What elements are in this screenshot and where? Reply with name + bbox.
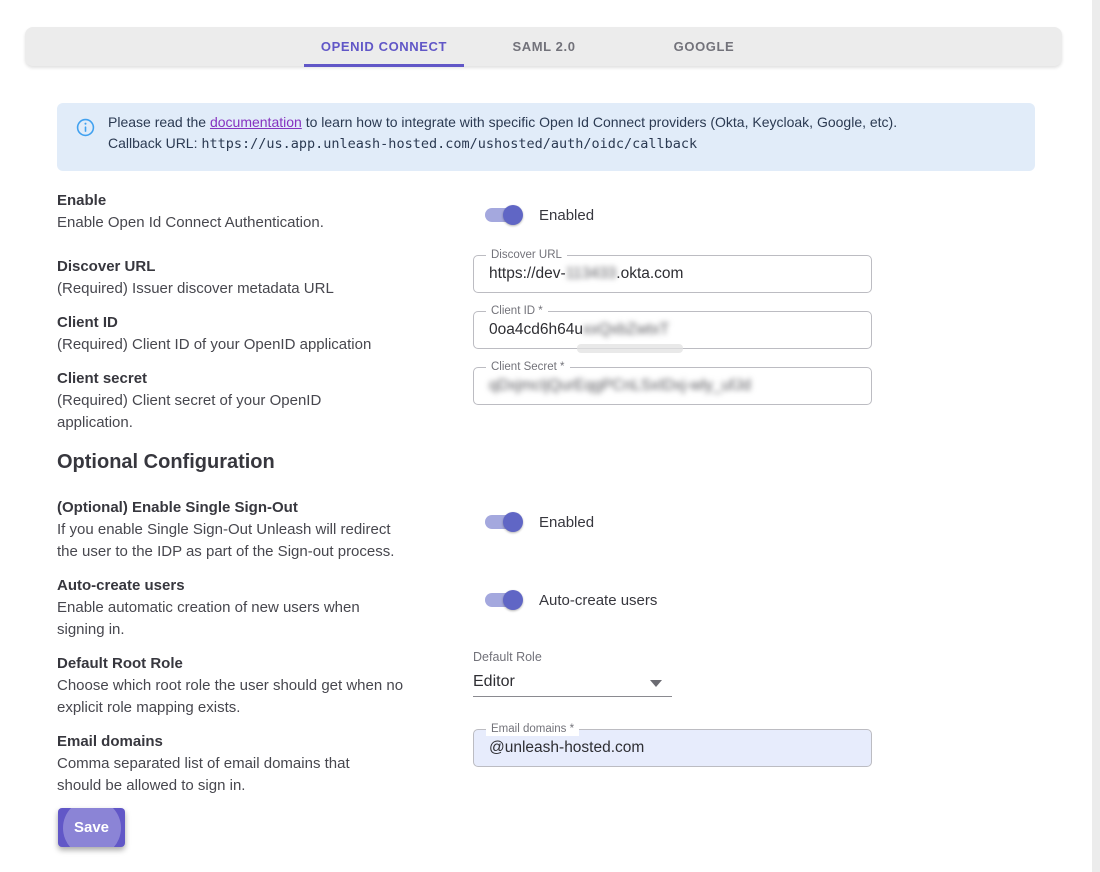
enable-toggle-label: Enabled xyxy=(539,207,594,224)
discover-url-value-prefix: https://dev- xyxy=(489,265,566,282)
discover-url-description: (Required) Issuer discover metadata URL xyxy=(57,278,477,300)
client-id-value-prefix: 0oa4cd6h64u xyxy=(489,321,583,338)
client-secret-field[interactable]: Client Secret * qDxjmcIjQurEqgPCnLSxIDxj… xyxy=(473,367,872,405)
redaction-smudge xyxy=(577,344,683,353)
default-role-select-label: Default Role xyxy=(473,650,542,664)
auto-create-label-group: Auto-create users Enable automatic creat… xyxy=(57,575,477,641)
single-sign-out-label-group: (Optional) Enable Single Sign-Out If you… xyxy=(57,497,477,563)
info-banner: Please read the documentation to learn h… xyxy=(57,103,1035,171)
active-tab-indicator xyxy=(304,64,464,67)
auto-create-title: Auto-create users xyxy=(57,575,477,597)
discover-url-value-suffix: .okta.com xyxy=(616,265,683,282)
client-secret-label-group: Client secret (Required) Client secret o… xyxy=(57,368,477,434)
default-role-label-group: Default Root Role Choose which root role… xyxy=(57,653,477,719)
auto-create-toggle-row: Auto-create users xyxy=(483,589,657,611)
default-role-select[interactable]: Editor xyxy=(473,670,672,698)
single-sign-out-title: (Optional) Enable Single Sign-Out xyxy=(57,497,477,519)
discover-url-label-group: Discover URL (Required) Issuer discover … xyxy=(57,256,477,300)
single-sign-out-toggle-row: Enabled xyxy=(483,511,594,533)
optional-configuration-heading: Optional Configuration xyxy=(57,451,275,474)
toggle-thumb xyxy=(503,512,523,532)
client-secret-value-redacted: qDxjmcIjQurEqgPCnLSxIDxj-wly_ufJd xyxy=(489,377,751,394)
email-domains-description: Comma separated list of email domains th… xyxy=(57,753,477,797)
default-role-selected-value: Editor xyxy=(473,670,672,694)
auto-create-toggle[interactable] xyxy=(483,589,523,611)
banner-text-before-link: Please read the xyxy=(108,114,210,130)
auth-provider-tabbar: OPENID CONNECT SAML 2.0 GOOGLE xyxy=(25,27,1062,66)
single-sign-out-toggle[interactable] xyxy=(483,511,523,533)
tab-saml-2-0[interactable]: SAML 2.0 xyxy=(464,27,624,66)
client-id-description: (Required) Client ID of your OpenID appl… xyxy=(57,334,477,356)
default-role-title: Default Root Role xyxy=(57,653,477,675)
auto-create-description: Enable automatic creation of new users w… xyxy=(57,597,477,641)
enable-title: Enable xyxy=(57,190,477,212)
callback-url-value: https://us.app.unleash-hosted.com/ushost… xyxy=(201,136,697,152)
client-id-label-group: Client ID (Required) Client ID of your O… xyxy=(57,312,477,356)
documentation-link[interactable]: documentation xyxy=(210,114,302,130)
banner-text: Please read the documentation to learn h… xyxy=(108,112,897,155)
single-sign-out-toggle-label: Enabled xyxy=(539,514,594,531)
tab-openid-connect[interactable]: OPENID CONNECT xyxy=(304,27,464,66)
toggle-thumb xyxy=(503,590,523,610)
auto-create-toggle-label: Auto-create users xyxy=(539,592,657,609)
discover-url-value-redacted: 113433 xyxy=(566,265,617,282)
email-domains-value: @unleash-hosted.com xyxy=(489,730,644,766)
default-role-description: Choose which root role the user should g… xyxy=(57,675,477,719)
client-id-title: Client ID xyxy=(57,312,477,334)
single-sign-out-description: If you enable Single Sign-Out Unleash wi… xyxy=(57,519,477,563)
email-domains-label-group: Email domains Comma separated list of em… xyxy=(57,731,477,797)
save-button[interactable]: Save xyxy=(58,808,125,847)
enable-toggle[interactable] xyxy=(483,204,523,226)
info-icon xyxy=(76,118,95,137)
callback-url-label: Callback URL: xyxy=(108,135,201,151)
sso-settings-page: OPENID CONNECT SAML 2.0 GOOGLE Please re… xyxy=(0,0,1100,872)
client-id-field[interactable]: Client ID * 0oa4cd6h64uxxQxbZwtxT xyxy=(473,311,872,349)
enable-description: Enable Open Id Connect Authentication. xyxy=(57,212,477,234)
discover-url-title: Discover URL xyxy=(57,256,477,278)
client-id-value-redacted: xxQxbZwtxT xyxy=(583,321,669,338)
enable-toggle-row: Enabled xyxy=(483,204,594,226)
vertical-scrollbar[interactable] xyxy=(1092,0,1100,872)
email-domains-title: Email domains xyxy=(57,731,477,753)
banner-text-after-link: to learn how to integrate with specific … xyxy=(302,114,897,130)
client-secret-title: Client secret xyxy=(57,368,477,390)
email-domains-field[interactable]: Email domains * @unleash-hosted.com xyxy=(473,729,872,767)
chevron-down-icon xyxy=(650,680,662,687)
enable-label-group: Enable Enable Open Id Connect Authentica… xyxy=(57,190,477,234)
save-button-label: Save xyxy=(74,819,109,836)
client-secret-description: (Required) Client secret of your OpenID … xyxy=(57,390,477,434)
select-underline xyxy=(473,696,672,697)
toggle-thumb xyxy=(503,205,523,225)
tab-google[interactable]: GOOGLE xyxy=(624,27,784,66)
discover-url-field[interactable]: Discover URL https://dev-113433.okta.com xyxy=(473,255,872,293)
